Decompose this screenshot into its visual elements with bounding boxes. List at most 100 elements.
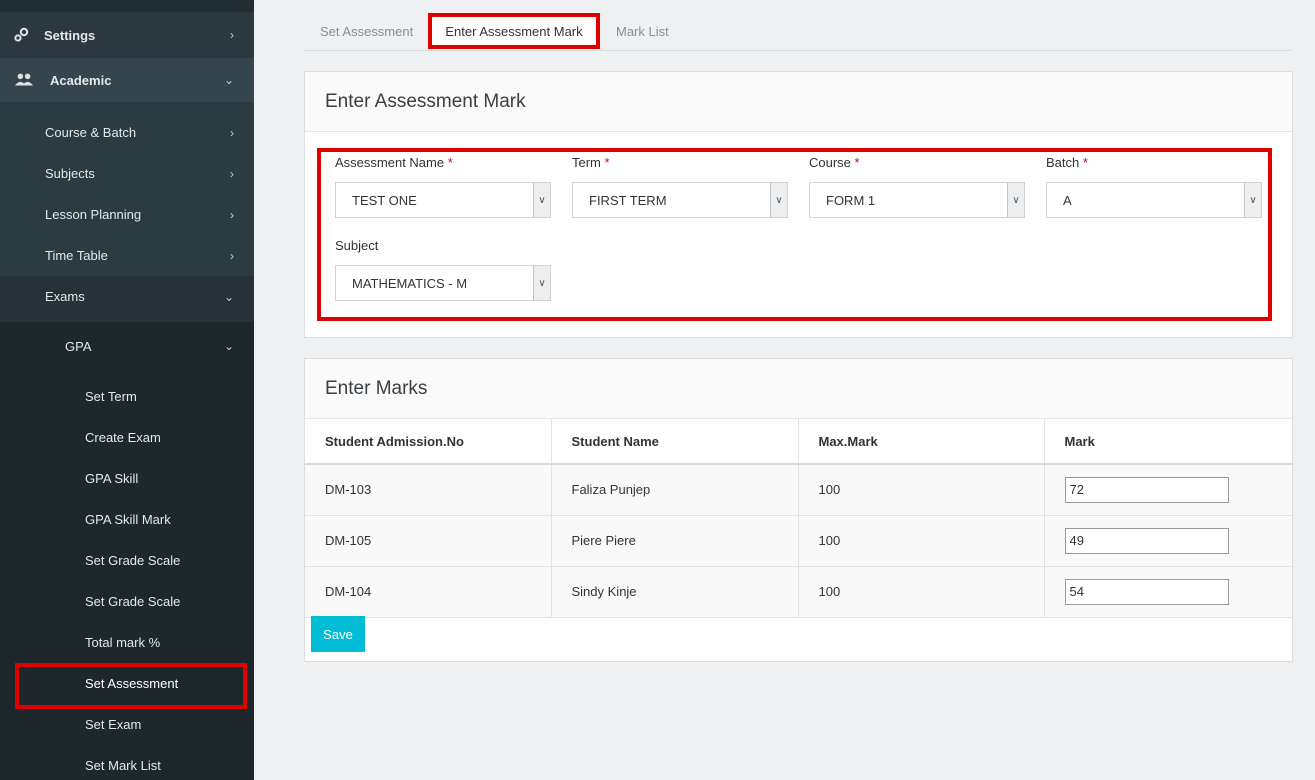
panel-title: Enter Marks [305,359,1292,419]
course-field: Course * FORM 1 ∨ [809,155,1025,218]
assessment-name-field: Assessment Name * TEST ONE ∨ [335,155,551,218]
sidebar-item-create-exam[interactable]: Create Exam [0,417,254,458]
admission-cell: DM-103 [305,464,552,516]
select-value: FIRST TERM [589,192,667,208]
sidebar-item-academic[interactable]: Academic ⌄ [0,58,254,102]
student-name-cell: Sindy Kinje [551,566,799,618]
subject-select[interactable]: MATHEMATICS - M ∨ [335,265,551,301]
chevron-down-icon: ∨ [1007,183,1024,217]
mark-input[interactable] [1064,578,1229,605]
required-marker: * [447,155,453,170]
sidebar-item-set-assessment[interactable]: Set Assessment [0,663,254,704]
sidebar-item-label: Set Grade Scale [85,553,181,568]
table-row: DM-104 Sindy Kinje 100 [305,566,1292,618]
required-marker: * [604,155,610,170]
required-marker: * [854,155,860,170]
course-select[interactable]: FORM 1 ∨ [809,182,1025,218]
sidebar-item-gpa-skill[interactable]: GPA Skill [0,458,254,499]
tab-mark-list[interactable]: Mark List [616,12,669,50]
subject-field: Subject MATHEMATICS - M ∨ [335,238,551,301]
mark-cell [1044,566,1292,618]
sidebar-item-gpa-skill-mark[interactable]: GPA Skill Mark [0,499,254,540]
chevron-right-icon: › [230,28,234,42]
chevron-down-icon: ∨ [770,183,787,217]
select-value: MATHEMATICS - M [352,275,468,291]
column-header: Mark [1044,419,1292,465]
sidebar-item-course-batch[interactable]: Course & Batch › [0,112,254,153]
tab-bar: Set Assessment Enter Assessment Mark Mar… [304,12,1292,51]
field-label: Batch * [1046,155,1262,173]
marks-panel: Enter Marks Student Admission.No Student… [304,358,1293,662]
admission-cell: DM-104 [305,566,552,618]
chevron-right-icon: › [230,166,234,181]
sidebar-item-label: Set Exam [85,717,142,732]
tab-enter-assessment-mark[interactable]: Enter Assessment Mark [428,13,600,49]
max-mark-cell: 100 [798,515,1045,567]
sidebar-item-set-mark-list[interactable]: Set Mark List [0,745,254,780]
sidebar-item-label: Create Exam [85,430,161,445]
sidebar-item-set-grade-scale[interactable]: Set Grade Scale [0,540,254,581]
sidebar-item-subjects[interactable]: Subjects › [0,153,254,194]
sidebar-item-label: Total mark % [85,635,161,650]
chevron-down-icon: ∨ [533,266,550,300]
term-select[interactable]: FIRST TERM ∨ [572,182,788,218]
sidebar-item-set-term[interactable]: Set Term [0,376,254,417]
max-mark-cell: 100 [798,566,1045,618]
main-content: Set Assessment Enter Assessment Mark Mar… [254,0,1315,780]
tab-set-assessment[interactable]: Set Assessment [320,12,413,50]
sidebar-item-label: GPA Skill [85,471,139,486]
student-name-cell: Faliza Punjep [551,464,799,516]
sidebar-item-set-grade-scale-2[interactable]: Set Grade Scale [0,581,254,622]
term-field: Term * FIRST TERM ∨ [572,155,788,218]
field-label-text: Course [809,155,851,170]
column-header: Max.Mark [798,419,1045,465]
field-label-text: Assessment Name [335,155,445,170]
required-marker: * [1082,155,1088,170]
column-header: Student Admission.No [305,419,552,465]
sidebar-item-settings[interactable]: Settings › [0,12,254,58]
select-value: A [1063,192,1072,208]
sidebar-item-total-mark[interactable]: Total mark % [0,622,254,663]
select-value: FORM 1 [826,192,876,208]
sidebar-item-lesson-planning[interactable]: Lesson Planning › [0,194,254,235]
assessment-name-select[interactable]: TEST ONE ∨ [335,182,551,218]
sidebar-item-time-table[interactable]: Time Table › [0,235,254,276]
sidebar-item-set-exam[interactable]: Set Exam [0,704,254,745]
sidebar-item-label: Academic [50,72,112,88]
chevron-down-icon: ∨ [533,183,550,217]
mark-cell [1044,464,1292,516]
sidebar-item-label: Time Table [45,248,108,263]
gears-icon [12,27,32,43]
panel-title: Enter Assessment Mark [305,72,1292,132]
chevron-down-icon: ⌄ [223,339,234,353]
field-label: Subject [335,238,379,253]
select-value: TEST ONE [352,192,417,208]
chevron-right-icon: › [230,125,234,140]
chevron-down-icon: ∨ [1244,183,1261,217]
sidebar-item-label: GPA [65,338,92,354]
column-header: Student Name [551,419,799,465]
sidebar-item-label: Course & Batch [45,125,137,140]
sidebar-item-label: Set Mark List [85,758,161,773]
sidebar-item-label: Set Assessment [85,676,179,691]
mark-input[interactable] [1064,476,1229,503]
mark-input[interactable] [1064,527,1229,554]
sidebar: Settings › Academic ⌄ Course & Batch › S… [0,0,254,780]
batch-select[interactable]: A ∨ [1046,182,1262,218]
sidebar-item-label: Settings [44,27,96,43]
sidebar-item-exams[interactable]: Exams ⌄ [0,276,254,317]
marks-table: Student Admission.No Student Name Max.Ma… [305,419,1292,618]
admission-cell: DM-105 [305,515,552,567]
max-mark-cell: 100 [798,464,1045,516]
sidebar-item-label: Subjects [45,166,95,181]
chevron-down-icon: ⌄ [223,73,234,87]
sidebar-item-gpa[interactable]: GPA ⌄ [0,322,254,370]
field-label: Course * [809,155,1025,173]
sidebar-item-label: Lesson Planning [45,207,142,222]
save-button[interactable]: Save [311,616,365,652]
field-label: Term * [572,155,788,173]
student-name-cell: Piere Piere [551,515,799,567]
sidebar-item-label: Set Term [85,389,137,404]
chevron-right-icon: › [230,248,234,263]
table-row: DM-105 Piere Piere 100 [305,515,1292,567]
